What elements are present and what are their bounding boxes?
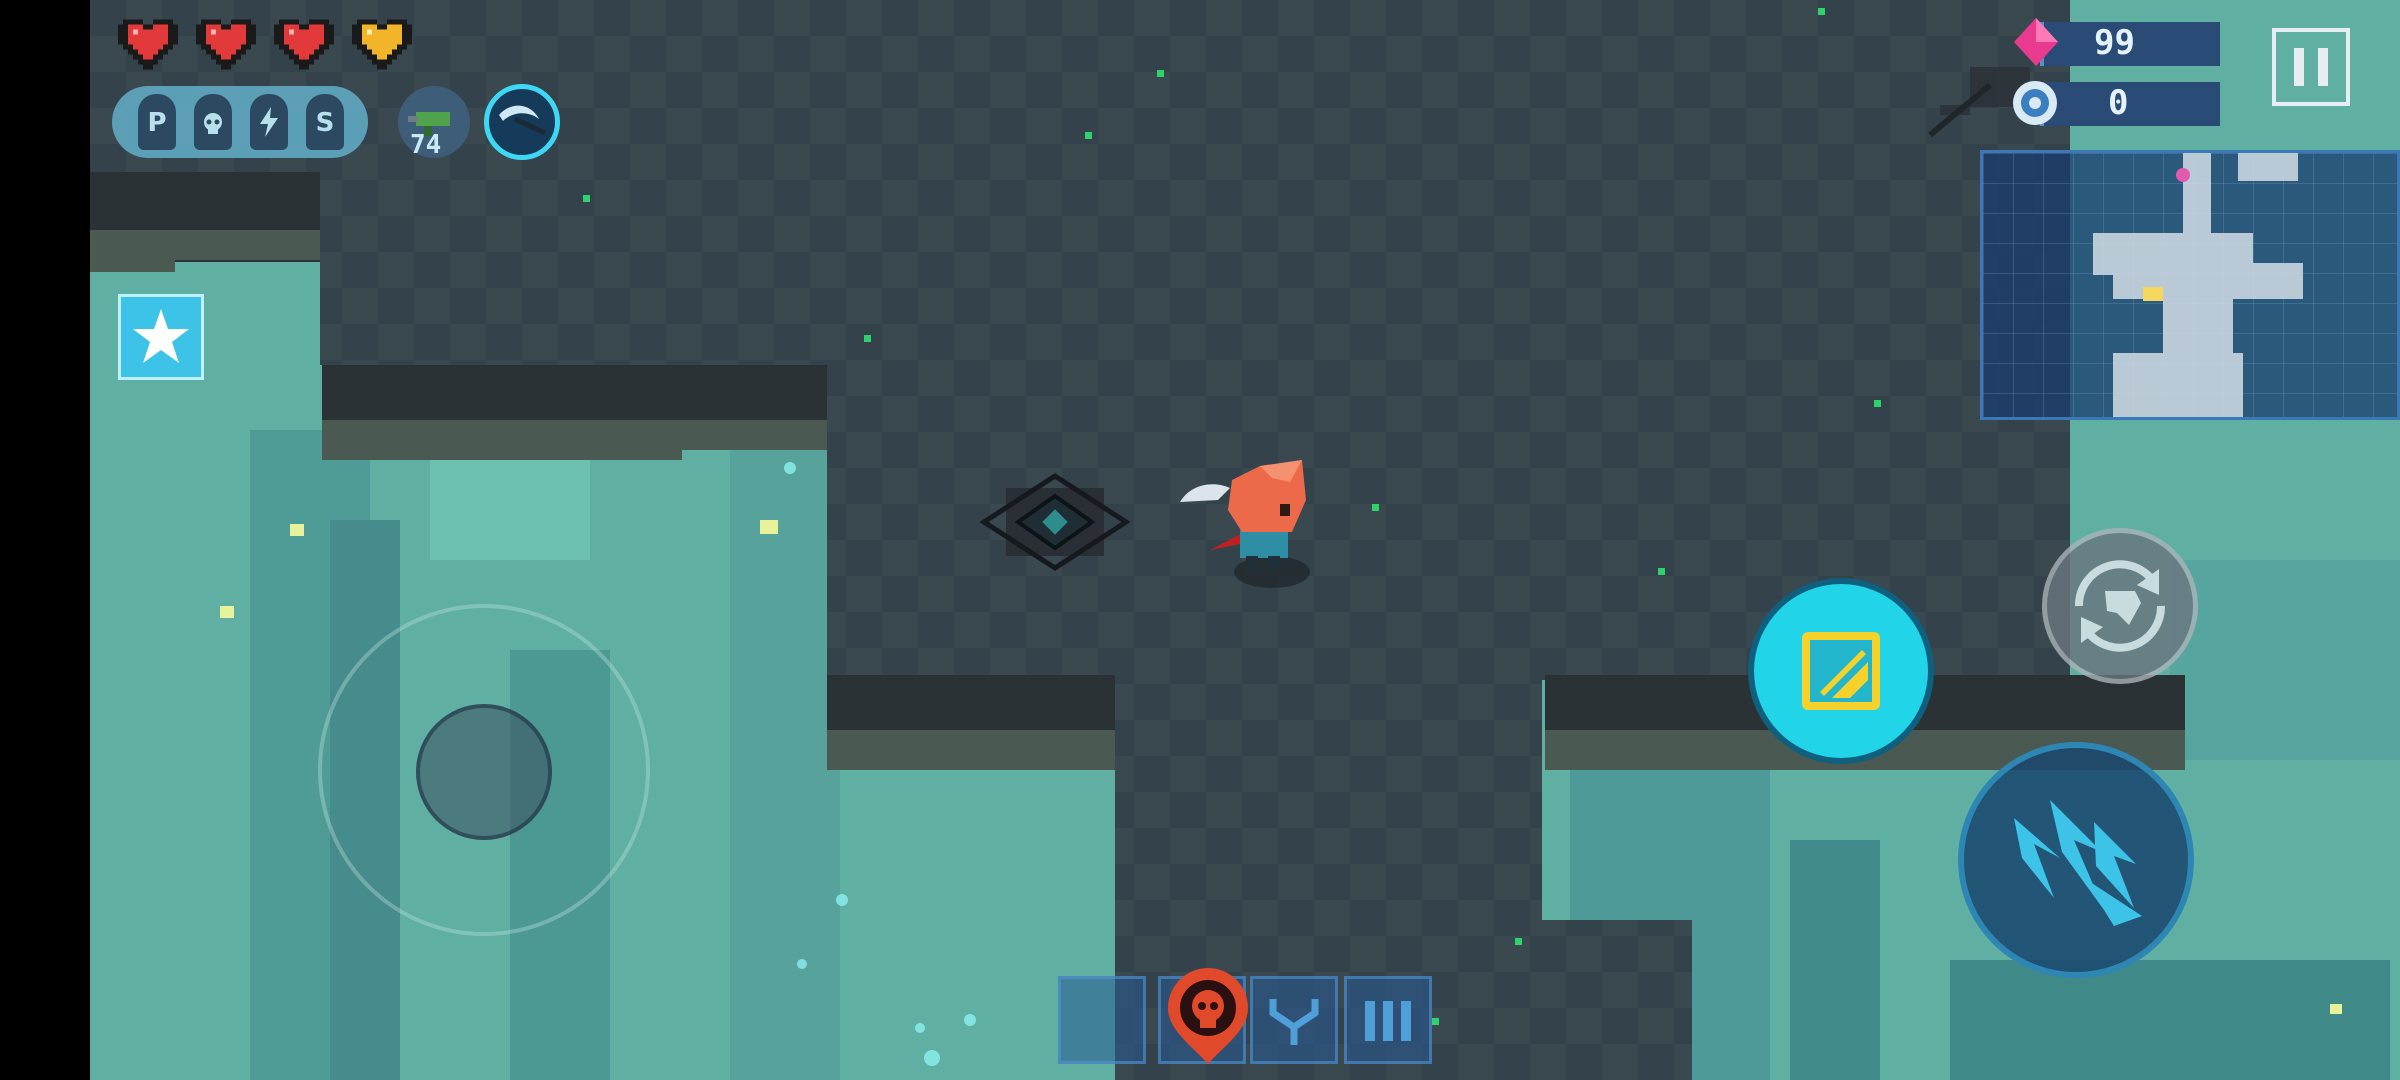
gem-count: 99 [2094,23,2135,63]
buff-slot-s: S [306,94,344,150]
talent-card[interactable] [118,294,204,380]
health-heart-icon [118,19,178,70]
joystick-knob[interactable] [416,704,552,840]
skull-icon [204,113,222,134]
game-screen: P S 74 99 0 [0,0,2400,1080]
health-heart-icon [274,19,334,70]
health-heart-icon [196,19,256,70]
parts-count: 0 [2108,83,2129,123]
attack-claw-icon [2014,800,2142,926]
diamond-icon [2014,18,2058,66]
pause-button[interactable] [2272,28,2350,106]
armor-heart-icon [352,19,412,70]
weapon-swap-button[interactable] [2042,528,2198,684]
buff-tile-3 [1250,976,1338,1064]
attack-button[interactable] [1958,742,2194,978]
buff-slot-p: P [138,94,176,150]
weapon-swap-icon [2074,560,2166,652]
bars-icon [1365,1001,1411,1041]
primary-weapon-slot[interactable] [484,84,560,160]
lightning-icon [260,107,278,137]
left-black-bar [0,0,90,1080]
scythe-icon [499,105,547,136]
buff-slot-lightning [250,94,288,150]
gear-icon [2013,81,2057,125]
buff-tile-4 [1344,976,1432,1064]
buff-bar: P S [112,86,368,158]
pause-icon-bar [2318,48,2328,86]
buff-slot-skull [194,94,232,150]
ammo-count: 74 [410,130,442,160]
buff-tile-1 [1058,976,1146,1064]
star-icon [133,309,189,363]
parts-bar [2040,82,2220,126]
skill-button[interactable] [1748,578,1934,764]
skull-marker-icon [1168,968,1248,1064]
branch-icon [1269,999,1319,1045]
minimap[interactable] [1980,150,2400,420]
minimap-rooms [2093,153,2303,417]
sword-skill-icon [1802,632,1880,710]
pause-icon [2294,48,2304,86]
